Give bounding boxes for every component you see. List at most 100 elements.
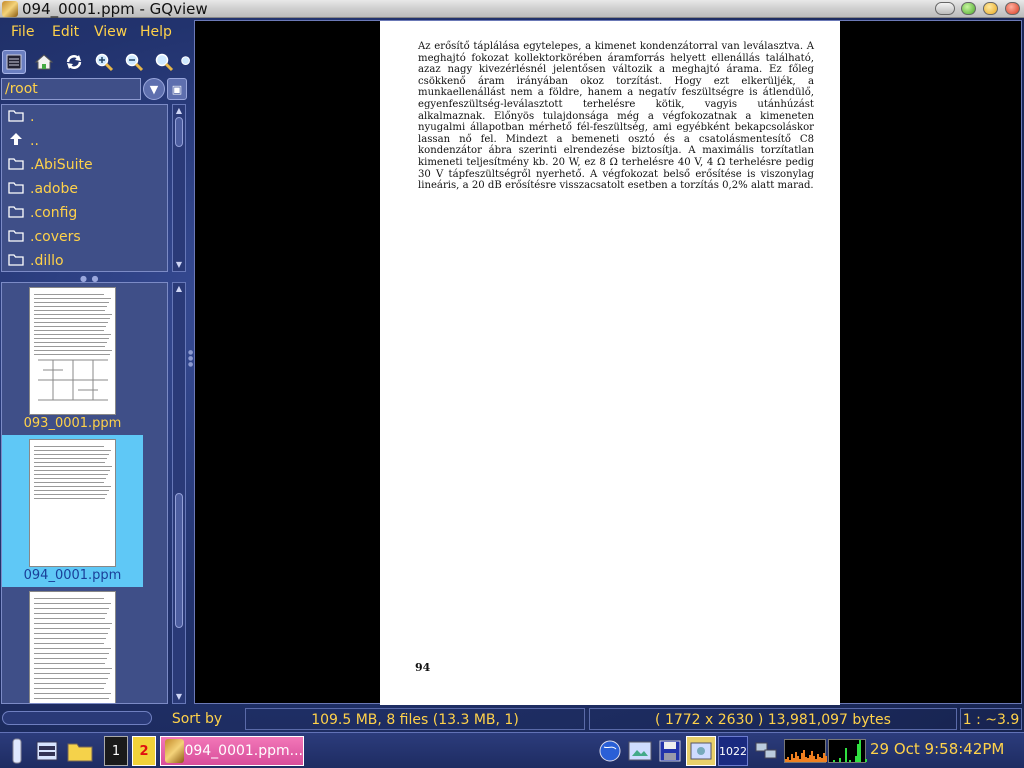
scroll-down-arrow-icon[interactable]: ▼	[173, 691, 185, 703]
gqview-window: 094_0001.ppm - GQview File Edit View Hel…	[0, 0, 1024, 768]
folder-icon	[6, 253, 26, 270]
thumbnail-list-scrollbar[interactable]: ▲ ▼	[172, 282, 186, 704]
toolbar	[0, 48, 194, 76]
thumbnail-filename: 094_0001.ppm	[23, 568, 122, 583]
thumbnail-text-line	[34, 478, 106, 479]
status-bar: Sort by name 109.5 MB, 8 files (13.3 MB,…	[0, 706, 1024, 749]
page-number: 94	[415, 661, 431, 674]
thumbnail-text-line	[34, 314, 112, 315]
scroll-up-arrow-icon[interactable]: ▲	[173, 283, 185, 295]
scroll-up-arrow-icon[interactable]: ▲	[173, 105, 185, 117]
pane-resize-handle[interactable]: ● ● ●	[80, 274, 110, 292]
home-icon[interactable]	[32, 50, 56, 74]
thumbnail-text-line	[34, 613, 107, 614]
globe-tray-icon[interactable]	[596, 736, 624, 766]
directory-list-scrollbar[interactable]: ▲ ▼	[172, 104, 186, 272]
thumbnail-list[interactable]: 093_0001.ppm 094_0001.ppm	[1, 282, 168, 704]
thumbnail-text-line	[34, 462, 105, 463]
photo-tray-icon[interactable]	[686, 736, 716, 766]
path-history-dropdown[interactable]: ▼	[143, 78, 165, 100]
thumbnail-item[interactable]	[2, 587, 143, 703]
directory-item[interactable]: .covers	[2, 225, 167, 249]
thumbnail-image	[29, 287, 116, 415]
thumbnail-text-line	[34, 454, 109, 455]
float-panel-button[interactable]: ▣	[167, 78, 187, 100]
image-viewer-tray-icon[interactable]	[626, 736, 654, 766]
zoom-out-icon[interactable]	[122, 50, 146, 74]
folder-icon	[6, 181, 26, 198]
directory-item[interactable]: .dillo	[2, 249, 167, 271]
sidebar-resize-handle[interactable]: ● ● ●	[188, 350, 193, 374]
thumbnail-item[interactable]: 094_0001.ppm	[2, 435, 143, 587]
zoom-in-icon[interactable]	[92, 50, 116, 74]
directory-item[interactable]: .adobe	[2, 177, 167, 201]
terminal-launcher-icon[interactable]	[34, 736, 60, 766]
directory-item-label: ..	[30, 133, 39, 149]
thumbnail-text-line	[34, 298, 111, 299]
thumbnails-toggle-icon[interactable]	[2, 50, 26, 74]
thumbnail-text-line	[34, 330, 104, 331]
thumbnail-text-line	[34, 338, 109, 339]
save-disk-tray-icon[interactable]	[656, 736, 684, 766]
thumbnail-text-line	[34, 628, 110, 629]
workspace-1-button[interactable]: 1	[104, 736, 128, 766]
menu-help[interactable]: Help	[140, 24, 172, 40]
thumbnail-item[interactable]: 093_0001.ppm	[2, 283, 143, 435]
gqview-app-icon[interactable]	[2, 1, 18, 17]
thumbnail-text-line	[34, 673, 110, 674]
thumbnail-text-line	[34, 466, 112, 467]
zoom-fit-icon[interactable]	[152, 50, 176, 74]
thumbnail-text-line	[34, 318, 110, 319]
page-text: Az erősítő táplálása egytelepes, a kimen…	[418, 41, 814, 192]
maximize-button[interactable]	[983, 2, 998, 15]
thumbnail-text-line	[34, 474, 108, 475]
clock[interactable]: 29 Oct 9:58:42PM	[870, 740, 1004, 758]
scrollbar-thumb[interactable]	[175, 117, 183, 147]
graph-bar	[865, 759, 867, 762]
minimize-button[interactable]	[961, 2, 976, 15]
thumbnail-text-line	[34, 294, 104, 295]
thumbnail-text-line	[34, 334, 111, 335]
graph-bar	[845, 748, 847, 762]
title-bar[interactable]: 094_0001.ppm - GQview	[0, 0, 1024, 18]
thumbnail-text-line	[34, 678, 108, 679]
path-input[interactable]: /root	[1, 78, 141, 100]
taskbar: 1 2 094_0001.ppm... 1022 29 Oct 9:58:42P…	[0, 732, 1024, 768]
menu-edit[interactable]: Edit	[52, 24, 79, 40]
refresh-icon[interactable]	[62, 50, 86, 74]
horizontal-scrollbar[interactable]	[2, 711, 152, 725]
directory-item[interactable]: ..	[2, 129, 167, 153]
directory-item[interactable]: .AbiSuite	[2, 153, 167, 177]
image-viewer[interactable]: Az erősítő táplálása egytelepes, a kimen…	[194, 20, 1022, 705]
thumbnail-text-line	[34, 310, 105, 311]
start-menu-button[interactable]	[6, 736, 28, 766]
thumbnail-text-line	[34, 494, 107, 495]
sort-menu[interactable]: Sort by name	[152, 708, 242, 749]
zoom-original-icon[interactable]	[180, 50, 194, 74]
scroll-down-arrow-icon[interactable]: ▼	[173, 259, 185, 271]
menu-view[interactable]: View	[94, 24, 127, 40]
directory-item[interactable]: .config	[2, 201, 167, 225]
thumbnail-text-line	[34, 446, 104, 447]
task-button-gqview[interactable]: 094_0001.ppm...	[160, 736, 304, 766]
directory-item[interactable]: .	[2, 105, 167, 129]
thumbnail-text-line	[34, 458, 107, 459]
menu-file[interactable]: File	[11, 24, 34, 40]
thumbnail-text-line	[34, 342, 107, 343]
zoom-status: 1 : ~3.9	[960, 708, 1022, 730]
gqview-app-icon	[165, 739, 185, 763]
thumbnail-text-line	[34, 658, 107, 659]
thumbnail-text-line	[34, 302, 109, 303]
shade-button[interactable]	[935, 2, 955, 15]
thumbnail-text-line	[34, 608, 109, 609]
network-tray-icon[interactable]	[752, 736, 780, 766]
thumbnail-text-line	[34, 653, 109, 654]
workspace-2-button[interactable]: 2	[132, 736, 156, 766]
file-manager-launcher-icon[interactable]	[64, 736, 96, 766]
directory-list[interactable]: ... .AbiSuite .adobe .config .covers .dillo	[1, 104, 168, 272]
thumbnail-text-line	[34, 603, 111, 604]
scrollbar-thumb[interactable]	[175, 493, 183, 628]
window-title: 094_0001.ppm - GQview	[22, 0, 208, 18]
thumbnail-text-line	[34, 326, 106, 327]
close-button[interactable]	[1005, 2, 1020, 15]
